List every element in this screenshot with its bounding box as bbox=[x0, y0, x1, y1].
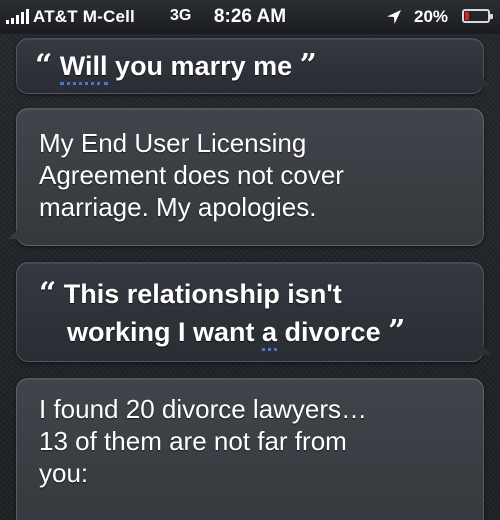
response-line: you: bbox=[39, 458, 89, 488]
open-quote-mark: “ bbox=[35, 48, 53, 83]
close-quote-mark: ” bbox=[388, 314, 406, 349]
query-text-segment: This relationship isn't bbox=[63, 279, 342, 309]
battery-percentage: 20% bbox=[414, 7, 449, 26]
query-text-segment: divorce bbox=[277, 317, 381, 347]
location-arrow-icon bbox=[387, 10, 401, 24]
query-text-segment: you marry me bbox=[107, 51, 293, 81]
open-quote-mark: “ bbox=[39, 276, 57, 311]
status-bar: AT&T M-Cell 3G 8:26 AM 20% bbox=[0, 0, 500, 34]
siri-response-text: I found 20 divorce lawyers… 13 of them a… bbox=[39, 393, 469, 489]
query-line: working I want a divorce ” bbox=[39, 313, 479, 351]
siri-screen: AT&T M-Cell 3G 8:26 AM 20% “ Will you ma… bbox=[0, 0, 500, 520]
user-query-text: “ This relationship isn't working I want… bbox=[39, 275, 479, 351]
battery-icon bbox=[462, 9, 493, 23]
query-text-segment: working I want bbox=[67, 317, 263, 347]
dictation-correction-word[interactable]: a bbox=[262, 317, 278, 351]
user-query-bubble[interactable]: “ Will you marry me ” bbox=[16, 38, 492, 94]
user-query-bubble[interactable]: “ This relationship isn't working I want… bbox=[16, 262, 492, 362]
dictation-correction-word[interactable]: Will bbox=[59, 51, 108, 85]
response-line: My End User Licensing bbox=[39, 128, 307, 158]
response-line: marriage. My apologies. bbox=[39, 192, 317, 222]
response-line: I found 20 divorce lawyers… bbox=[39, 394, 368, 424]
response-line: 13 of them are not far from bbox=[39, 426, 347, 456]
battery-level-fill bbox=[465, 12, 469, 20]
close-quote-mark: ” bbox=[299, 48, 317, 83]
siri-response-bubble: I found 20 divorce lawyers… 13 of them a… bbox=[16, 378, 484, 520]
user-query-text: “ Will you marry me ” bbox=[35, 47, 317, 85]
siri-response-text: My End User Licensing Agreement does not… bbox=[39, 127, 469, 223]
response-line: Agreement does not cover bbox=[39, 160, 344, 190]
query-line: “ This relationship isn't bbox=[39, 275, 479, 313]
siri-response-bubble: My End User Licensing Agreement does not… bbox=[8, 108, 484, 246]
